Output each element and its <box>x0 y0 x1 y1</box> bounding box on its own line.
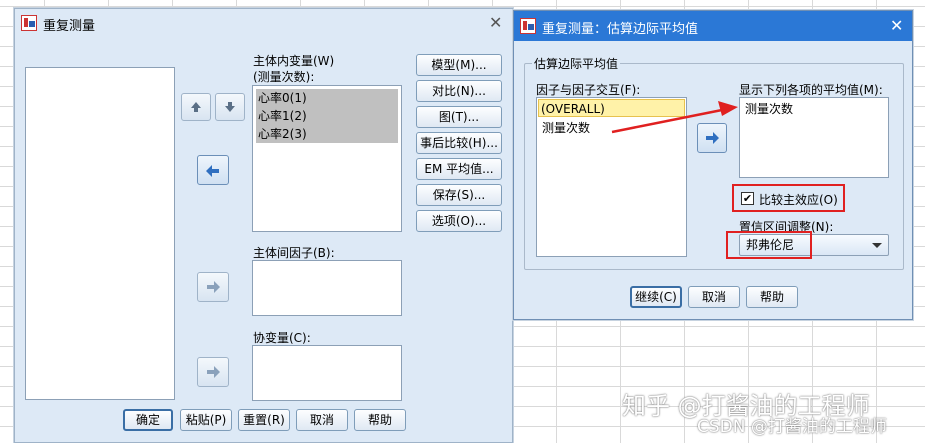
annotation-arrow <box>611 101 738 134</box>
watermark-csdn: CSDN @打酱油的工程师 <box>697 417 887 437</box>
